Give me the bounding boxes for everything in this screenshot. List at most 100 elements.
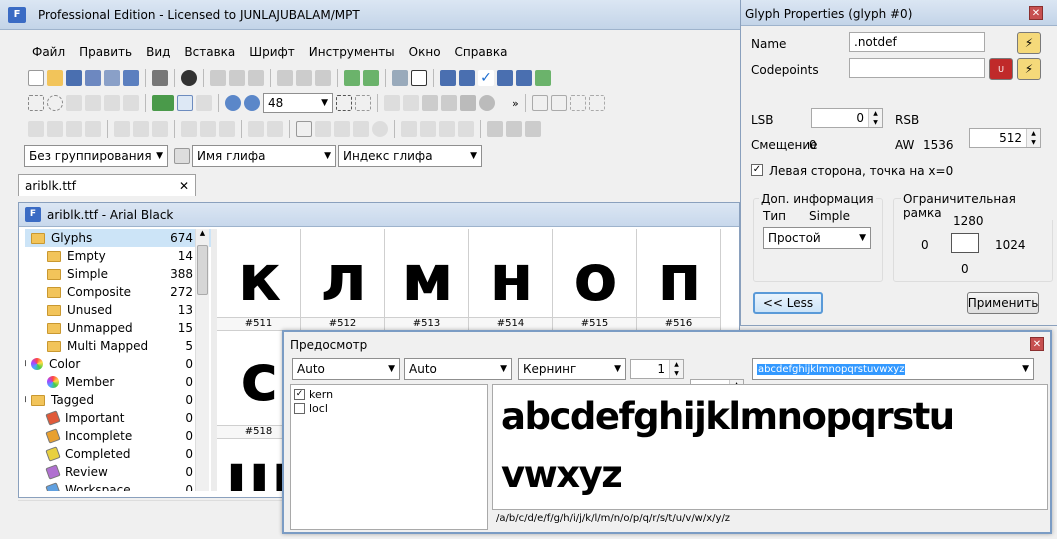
scroll-up-icon[interactable]: ▲ [196,229,209,241]
tree-item[interactable]: Empty 14 [25,247,213,265]
arrow-right-icon[interactable] [439,121,455,137]
picture-icon[interactable] [422,95,438,111]
glyph-properties-close-icon[interactable]: ✕ [1029,6,1043,20]
pen-icon[interactable] [85,95,101,111]
rect-shape-icon[interactable] [460,95,476,111]
snap-icon[interactable] [588,95,605,111]
preview-text-input[interactable]: abcdefghijklmnopqrstuvwxyz ▼ [752,358,1034,380]
align-center-icon[interactable] [133,121,149,137]
save-all-icon[interactable] [85,70,101,86]
name-generate-button[interactable]: ⚡ [1017,32,1041,54]
fit-icon[interactable] [336,95,352,111]
align-right-icon[interactable] [152,121,168,137]
align-left-icon[interactable] [114,121,130,137]
glyph-cell[interactable]: п [637,229,721,329]
menu-tools[interactable]: Инструменты [309,45,395,59]
less-button[interactable]: << Less [753,292,823,314]
align-middle-icon[interactable] [200,121,216,137]
tree-item[interactable]: ⊟ Color 0 [25,355,213,373]
glyph-cell[interactable]: л [301,229,385,329]
transform-icon[interactable] [403,95,419,111]
left-side-checkbox[interactable]: ✓ [751,164,763,176]
distribute-v-icon[interactable] [267,121,283,137]
tree-item[interactable]: Multi Mapped 5 [25,337,213,355]
compare-icon[interactable] [516,70,532,86]
codepoints-generate-button[interactable]: ⚡ [1017,58,1041,80]
subtract-icon[interactable] [66,121,82,137]
hint-icon[interactable] [535,70,551,86]
tree-item[interactable]: Incomplete 0 [25,427,213,445]
rotate-icon[interactable] [372,121,388,137]
tree-item[interactable]: Review 0 [25,463,213,481]
menu-view[interactable]: Вид [146,45,170,59]
menu-font[interactable]: Шрифт [249,45,295,59]
properties-icon[interactable] [123,70,139,86]
expand-icon[interactable]: ⊟ [25,395,28,405]
merge-icon[interactable] [28,121,44,137]
print-icon[interactable] [152,70,168,86]
menu-file[interactable]: Файл [32,45,65,59]
hand-icon[interactable] [66,95,82,111]
zoom-select[interactable]: 48 ▼ [263,93,333,113]
exclude-icon[interactable] [85,121,101,137]
script-select[interactable]: Auto ▼ [292,358,400,380]
tree-item[interactable]: Completed 0 [25,445,213,463]
type-select[interactable]: Простой ▼ [763,227,871,249]
arrow-right-2-icon[interactable] [458,121,474,137]
mode-select[interactable]: Кернинг ▼ [518,358,626,380]
lasso-icon[interactable] [47,95,63,111]
lsb-stepper[interactable]: 0 ▲ ▼ [811,108,883,128]
stack-3-icon[interactable] [525,121,541,137]
curve-icon[interactable] [196,95,212,111]
scroll-thumb[interactable] [197,245,208,295]
apply-button[interactable]: Применить [967,292,1039,314]
glyph-name-select[interactable]: Имя глифа ▼ [192,145,336,167]
feature-item-locl[interactable]: locl [294,402,487,415]
rsb-stepper[interactable]: 512 ▲ ▼ [969,128,1041,148]
export-icon[interactable] [104,70,120,86]
tree-item[interactable]: Unmapped 15 [25,319,213,337]
zoom-in-icon[interactable] [225,95,241,111]
tab-close-icon[interactable]: ✕ [179,179,189,193]
unicode-button[interactable]: U [989,58,1013,80]
document-tab[interactable]: ariblk.ttf ✕ [18,174,196,196]
grid-toggle-icon[interactable] [177,95,193,111]
tree-item[interactable]: Workspace 0 [25,481,213,491]
paste-icon[interactable] [248,70,264,86]
eraser-icon[interactable] [315,121,331,137]
align-top-icon[interactable] [181,121,197,137]
guide-icon[interactable] [569,95,586,111]
stack-icon[interactable] [487,121,503,137]
feature-item-kern[interactable]: ✓ kern [294,388,487,401]
locl-checkbox[interactable] [294,403,305,414]
fill-icon[interactable] [123,95,139,111]
select-rect-icon[interactable] [28,95,44,111]
zoom-out-icon[interactable] [244,95,260,111]
stepper-arrows-icon[interactable]: ▲▼ [669,360,683,378]
fit-selection-icon[interactable] [355,95,371,111]
glyph-cell[interactable]: м [385,229,469,329]
undo-icon[interactable] [277,70,293,86]
metrics-icon[interactable] [531,95,548,111]
spell-icon[interactable] [459,70,475,86]
preview-close-icon[interactable]: ✕ [1030,337,1044,351]
distribute-h-icon[interactable] [248,121,264,137]
overflow-chevron-icon[interactable]: » [512,97,519,110]
table-icon[interactable] [296,121,312,137]
save-icon[interactable] [66,70,82,86]
tree-item[interactable]: Unused 13 [25,301,213,319]
stepper-arrows-icon[interactable]: ▲▼ [1026,129,1040,147]
font-info-icon[interactable] [440,70,456,86]
tree-item[interactable]: Simple 388 [25,265,213,283]
glyph-cell[interactable]: к [217,229,301,329]
glyph-cell[interactable]: о [553,229,637,329]
codepoints-input[interactable] [849,58,985,78]
text-tool-icon[interactable] [411,70,427,86]
expand-icon[interactable]: ⊟ [25,359,28,369]
redo-icon[interactable] [296,70,312,86]
validate-icon[interactable]: ✓ [478,70,494,86]
menu-edit[interactable]: Править [79,45,132,59]
add-glyphs-icon[interactable] [363,70,379,86]
open-icon[interactable] [47,70,63,86]
refresh-icon[interactable] [315,70,331,86]
